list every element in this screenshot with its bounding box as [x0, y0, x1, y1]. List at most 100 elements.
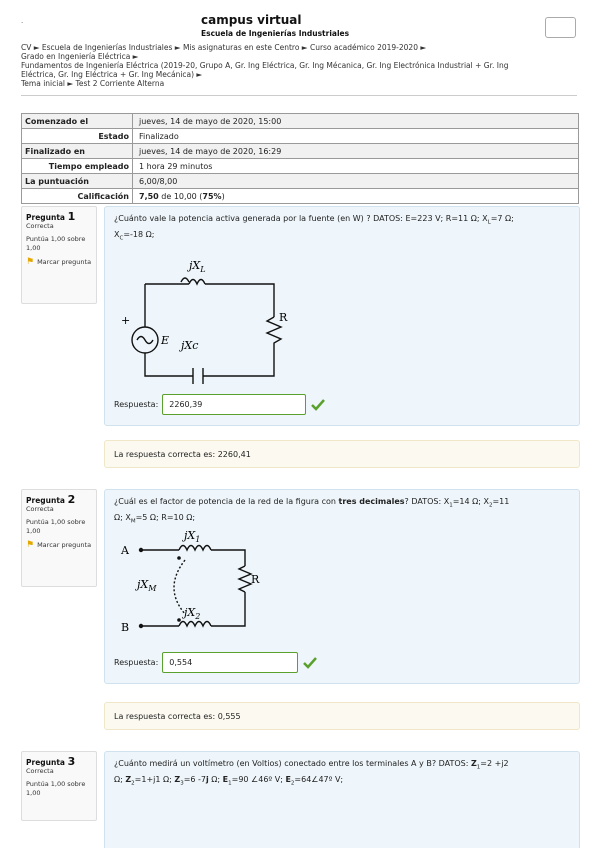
terminal-a-label: A — [120, 544, 130, 557]
terminal-a — [138, 547, 144, 553]
question-1-feedback: La respuesta correcta es: 2260,41 — [104, 440, 580, 468]
q-text-part: =1+j1 Ω; — [134, 774, 175, 784]
grade-close: ) — [221, 191, 225, 201]
answer-label: Respuesta: — [114, 658, 159, 667]
summary-label: Finalizado en — [21, 143, 133, 159]
question-text: ¿Cuánto medirá un voltímetro (en Voltios… — [114, 758, 569, 789]
dot-mark — [177, 618, 181, 622]
summary-row-started: Comenzado el jueves, 14 de mayo de 2020,… — [21, 113, 579, 129]
grade-percent: 75% — [202, 191, 222, 201]
header-dot: . — [21, 17, 24, 25]
question-num: 3 — [67, 755, 76, 768]
mutual-label: jXM — [134, 578, 157, 593]
inductor-1-label-main: jX — [181, 529, 196, 542]
breadcrumb-line-3[interactable]: Fundamentos de Ingeniería Eléctrica (201… — [21, 61, 577, 70]
question-text: ¿Cuánto vale la potencia activa generada… — [114, 214, 514, 242]
summary-row-finished: Finalizado en jueves, 14 de mayo de 2020… — [21, 143, 579, 159]
question-mark: Puntúa 1,00 sobre 1,00 — [26, 780, 86, 797]
flag-question-button[interactable]: ⚑ Marcar pregunta — [26, 541, 92, 550]
q-text-part: =11 — [492, 497, 510, 506]
question-2-feedback: La respuesta correcta es: 0,555 — [104, 702, 580, 730]
q-text-part: Ω; X — [114, 512, 131, 522]
source-label: E — [160, 334, 169, 347]
question-2-info: Pregunta 2 Correcta Puntúa 1,00 sobre 1,… — [21, 489, 97, 587]
breadcrumb-line-5[interactable]: Tema inicial ► Test 2 Corriente Alterna — [21, 79, 577, 88]
terminal-b — [138, 623, 144, 629]
q-text-part: =64∠47º V; — [294, 774, 344, 784]
q-text-bold: tres decimales — [338, 497, 405, 506]
q-text-part: =2 +j2 — [480, 759, 509, 768]
capacitor-label: jXc — [178, 339, 198, 352]
flag-label: Marcar pregunta — [37, 258, 92, 266]
check-icon — [311, 398, 326, 411]
summary-row-time: Tiempo empleado 1 hora 29 minutos — [21, 158, 579, 174]
flag-icon: ⚑ — [26, 257, 35, 267]
site-title[interactable]: campus virtual — [201, 13, 302, 27]
question-label: Pregunta — [26, 213, 65, 222]
question-number: Pregunta 2 — [26, 494, 92, 505]
summary-label: Tiempo empleado — [21, 158, 133, 174]
summary-value: 1 hora 29 minutos — [132, 158, 579, 174]
grade-value: 7,50 — [139, 191, 159, 201]
terminal-b-label: B — [121, 621, 129, 634]
question-1-info: Pregunta 1 Correcta Puntúa 1,00 sobre 1,… — [21, 206, 97, 304]
summary-label: Calificación — [21, 188, 133, 204]
question-state: Correcta — [26, 767, 54, 775]
question-3-formulation: ¿Cuánto medirá un voltímetro (en Voltios… — [104, 751, 580, 848]
check-icon — [303, 656, 318, 669]
question-num: 1 — [67, 210, 76, 223]
source-plus-label: + — [121, 314, 130, 327]
breadcrumb-line-2[interactable]: Grado en Ingeniería Eléctrica ► — [21, 52, 577, 61]
question-mark: Puntúa 1,00 sobre 1,00 — [26, 518, 86, 535]
q-text-part: =14 Ω; X — [452, 497, 489, 506]
summary-label: Estado — [21, 128, 133, 144]
q-text-part: Ω; — [114, 774, 126, 784]
q-text-part: =-18 Ω; — [123, 229, 155, 239]
answer-row: Respuesta: 2260,39 — [114, 394, 326, 415]
summary-label: Comenzado el — [21, 113, 133, 129]
question-3-info: Pregunta 3 Correcta Puntúa 1,00 sobre 1,… — [21, 751, 97, 821]
q-text-part: =6 -7 — [183, 774, 206, 784]
flag-question-button[interactable]: ⚑ Marcar pregunta — [26, 258, 92, 267]
question-text: ¿Cuál es el factor de potencia de la red… — [114, 496, 569, 527]
circuit-diagram-2: A B jX1 jX2 jXM R — [120, 529, 260, 634]
summary-value: jueves, 14 de mayo de 2020, 15:00 — [132, 113, 579, 129]
summary-row-marks: La puntuación 6,00/8,00 — [21, 173, 579, 189]
inductor-1-label-sub: 1 — [195, 535, 200, 544]
question-number: Pregunta 3 — [26, 755, 92, 768]
summary-value: Finalizado — [132, 128, 579, 144]
inductor-label-sub: L — [199, 265, 205, 274]
answer-input[interactable]: 0,554 — [162, 652, 299, 673]
summary-label: La puntuación — [21, 173, 133, 189]
answer-input[interactable]: 2260,39 — [162, 394, 307, 415]
q-text-part: ¿Cuánto vale la potencia activa generada… — [114, 214, 488, 223]
q-text-part: =7 Ω; — [490, 214, 514, 223]
question-mark: Puntúa 1,00 sobre 1,00 — [26, 235, 86, 252]
site-subtitle: Escuela de Ingenierías Industriales — [201, 29, 350, 38]
inductor-2-label-sub: 2 — [194, 612, 200, 621]
inductor-2-label: jX2 — [181, 606, 200, 621]
inductor-2-label-main: jX — [181, 606, 196, 619]
breadcrumb-line-1[interactable]: CV ► Escuela de Ingenierías Industriales… — [21, 43, 577, 52]
question-1-formulation: ¿Cuánto vale la potencia activa generada… — [104, 206, 580, 426]
resistor-label: R — [279, 311, 288, 324]
breadcrumb-line-4[interactable]: Eléctrica, Gr. Ing Eléctrica + Gr. Ing M… — [21, 70, 577, 79]
inductor-label-main: jX — [186, 259, 201, 272]
flag-icon: ⚑ — [26, 540, 35, 550]
attempt-summary-table: Comenzado el jueves, 14 de mayo de 2020,… — [21, 113, 579, 204]
question-state: Correcta — [26, 505, 54, 513]
user-menu-button[interactable] — [545, 17, 576, 38]
answer-row: Respuesta: 0,554 — [114, 652, 318, 673]
summary-value: 7,50 de 10,00 (75%) — [132, 188, 579, 204]
question-state: Correcta — [26, 222, 54, 230]
q-text-part: ¿Cuál es el factor de potencia de la red… — [114, 497, 339, 506]
mutual-label-sub: M — [147, 584, 157, 593]
inductor-label: jXL — [186, 259, 206, 274]
summary-row-state: Estado Finalizado — [21, 128, 579, 144]
circuit-diagram-1: + E jXL jXc R — [121, 259, 288, 384]
mutual-label-main: jX — [134, 578, 149, 591]
question-number: Pregunta 1 — [26, 210, 92, 223]
q-text-part: ¿Cuánto medirá un voltímetro (en Voltios… — [114, 759, 471, 768]
q-text-part: =5 Ω; R=10 Ω; — [135, 512, 196, 522]
q-text-part: Ω; — [208, 774, 223, 784]
